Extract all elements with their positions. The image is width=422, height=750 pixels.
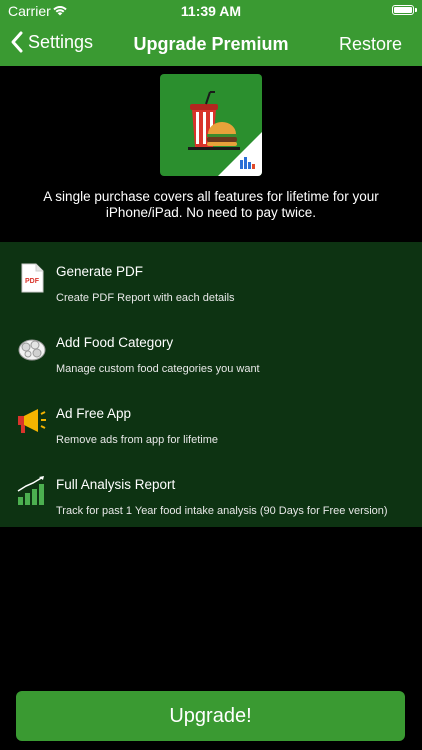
feature-title: Generate PDF — [56, 264, 144, 279]
feature-subtitle: Remove ads from app for lifetime — [56, 434, 219, 446]
megaphone-icon — [18, 409, 46, 433]
battery-icon — [392, 5, 417, 15]
app-logo — [160, 74, 262, 176]
status-time: 11:39 AM — [180, 3, 242, 19]
restore-button[interactable]: Restore — [339, 34, 402, 55]
food-category-icon — [18, 339, 46, 361]
feature-full-analysis-report: Full Analysis Report Track for past 1 Ye… — [0, 455, 422, 517]
features-list: PDF Generate PDF Create PDF Report with … — [0, 242, 422, 527]
feature-subtitle: Track for past 1 Year food intake analys… — [56, 505, 388, 517]
feature-subtitle: Create PDF Report with each details — [56, 292, 235, 304]
purchase-description: A single purchase covers all features fo… — [43, 189, 379, 220]
feature-ad-free-app: Ad Free App Remove ads from app for life… — [0, 384, 422, 446]
navigation-bar: Settings Upgrade Premium Restore — [0, 24, 422, 64]
status-bar: Carrier 11:39 AM — [0, 0, 422, 22]
feature-title: Add Food Category — [56, 335, 174, 350]
pdf-icon: PDF — [21, 263, 44, 293]
feature-subtitle: Manage custom food categories you want — [56, 363, 260, 375]
feature-title: Full Analysis Report — [56, 477, 176, 492]
feature-title: Ad Free App — [56, 406, 132, 421]
upgrade-button[interactable]: Upgrade! — [16, 691, 405, 741]
analysis-chart-icon — [17, 476, 44, 505]
feature-add-food-category: Add Food Category Manage custom food cat… — [0, 313, 422, 375]
header-bar: Carrier 11:39 AM Settings Upgrade Premiu… — [0, 0, 422, 66]
svg-text:PDF: PDF — [25, 278, 40, 285]
feature-generate-pdf: PDF Generate PDF Create PDF Report with … — [0, 242, 422, 304]
